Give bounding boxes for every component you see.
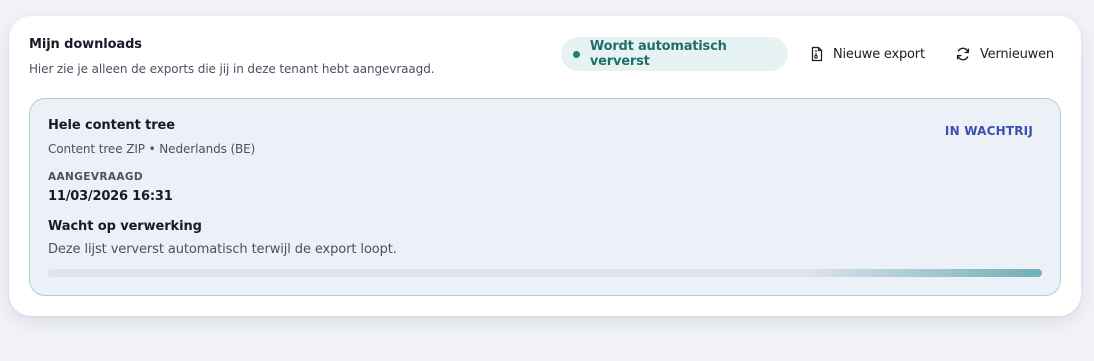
status-badge: IN WACHTRIJ [944, 124, 1033, 138]
export-job-card: Hele content tree Content tree ZIP • Ned… [29, 98, 1061, 296]
progress-bar [48, 269, 1042, 277]
wait-description: Deze lijst ververst automatisch terwijl … [48, 242, 397, 257]
requested-value: 11/03/2026 16:31 [48, 189, 173, 204]
job-title: Hele content tree [48, 118, 175, 133]
auto-refresh-label: Wordt automatisch ververst [589, 39, 727, 69]
wait-title: Wacht op verwerking [48, 219, 202, 234]
new-export-label: Nieuwe export [833, 46, 925, 62]
refresh-button[interactable]: Vernieuwen [955, 37, 1054, 71]
refresh-icon [956, 47, 970, 61]
refresh-label: Vernieuwen [980, 46, 1054, 62]
requested-label: AANGEVRAAGD [48, 171, 144, 183]
auto-refresh-badge: Wordt automatisch ververst [561, 37, 788, 71]
file-zip-icon [811, 46, 823, 62]
downloads-card: Mijn downloads Hier zie je alleen de exp… [9, 16, 1081, 316]
progress-indicator [803, 269, 1042, 277]
new-export-button[interactable]: Nieuwe export [810, 37, 925, 71]
job-meta: Content tree ZIP • Nederlands (BE) [48, 142, 256, 156]
status-dot-icon [573, 50, 580, 58]
page-title: Mijn downloads [29, 37, 142, 52]
page-subtitle: Hier zie je alleen de exports die jij in… [29, 62, 435, 76]
